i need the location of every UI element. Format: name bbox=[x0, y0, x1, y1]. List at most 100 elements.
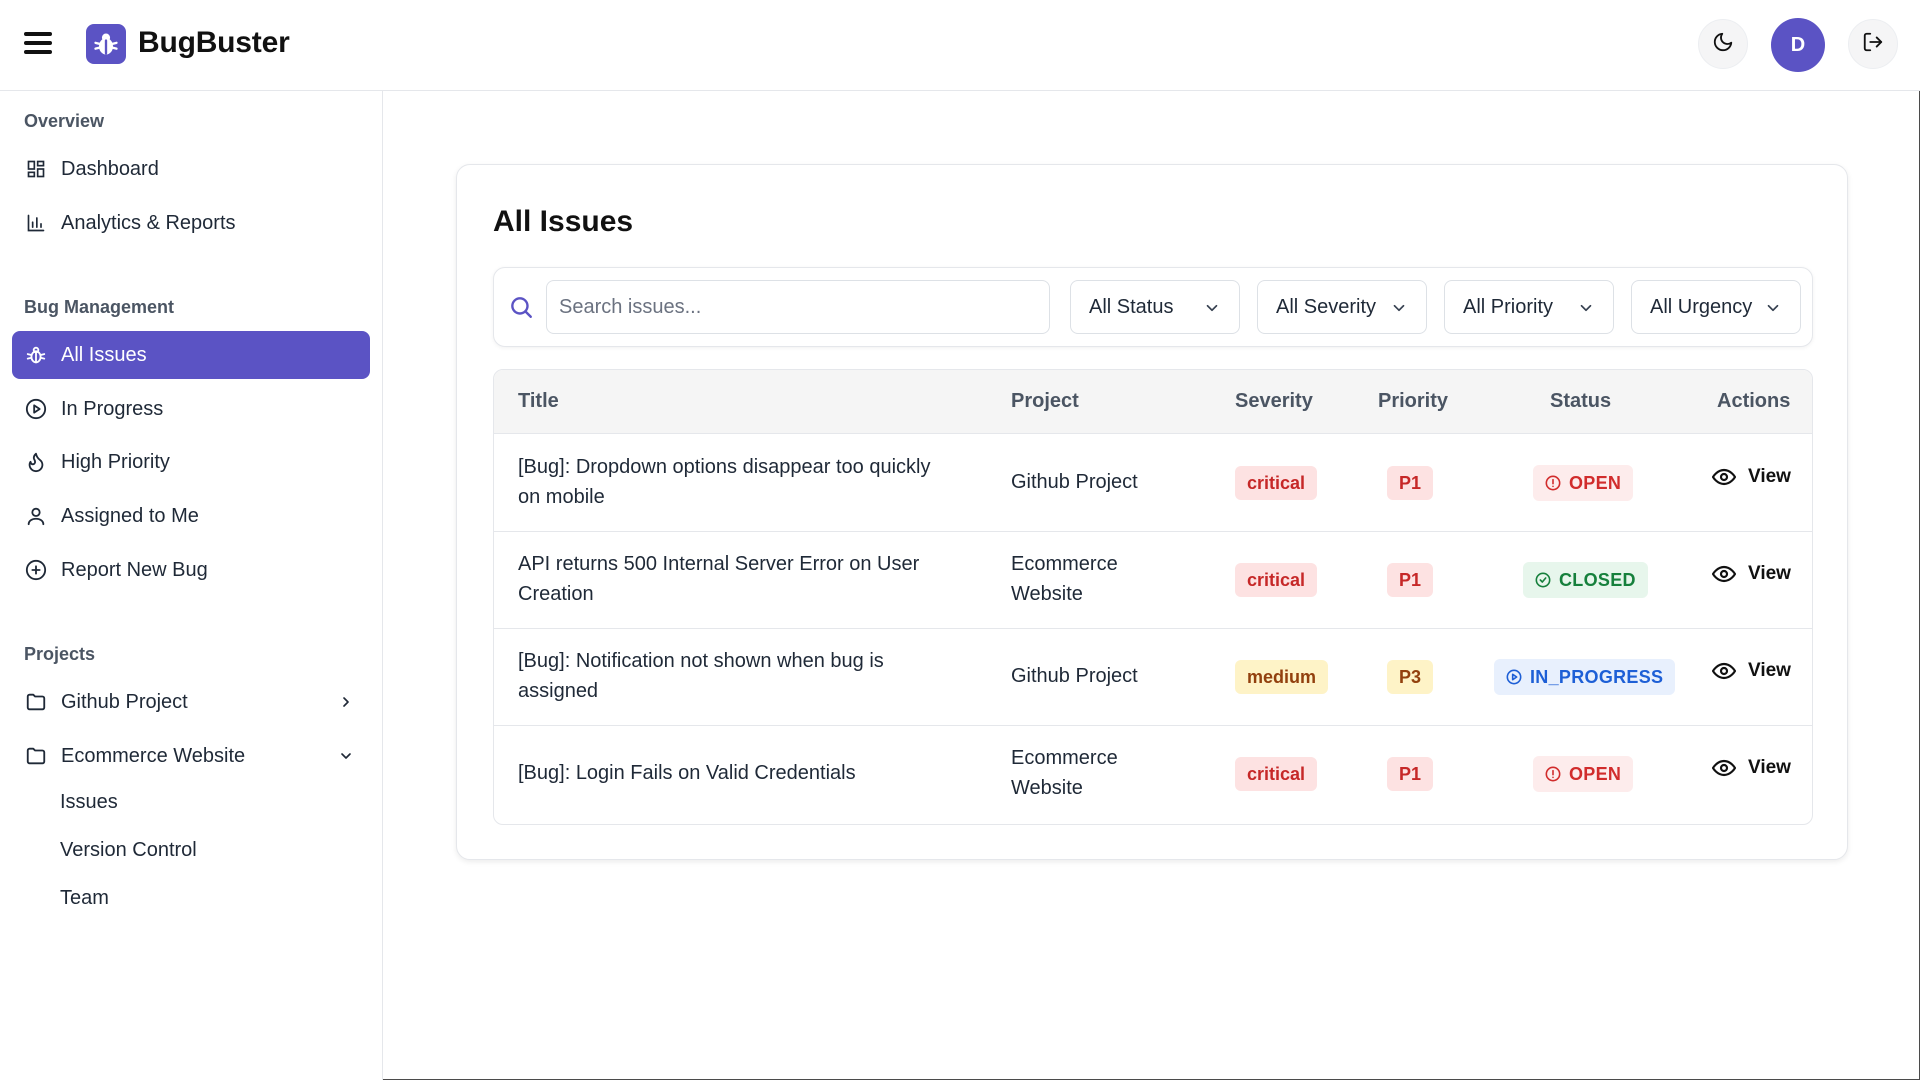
view-button[interactable]: View bbox=[1712, 465, 1791, 489]
sidebar-project-ecommerce[interactable]: Ecommerce Website bbox=[12, 732, 370, 780]
column-header-severity: Severity bbox=[1235, 390, 1313, 412]
sidebar-item-label: Analytics & Reports bbox=[61, 211, 236, 234]
priority-badge: P1 bbox=[1387, 466, 1434, 500]
menu-toggle-icon[interactable] bbox=[24, 32, 52, 58]
plus-circle-icon bbox=[25, 559, 47, 581]
column-header-priority: Priority bbox=[1378, 390, 1449, 412]
issues-table: Title Project Severity Priority Status A… bbox=[493, 369, 1813, 825]
status-text: OPEN bbox=[1569, 763, 1622, 784]
issue-title[interactable]: API returns 500 Internal Server Error on… bbox=[518, 549, 919, 609]
project-name-line: Ecommerce bbox=[1011, 553, 1118, 575]
eye-icon bbox=[1712, 562, 1736, 586]
sidebar-item-high-priority[interactable]: High Priority bbox=[12, 438, 370, 486]
sidebar-item-label: Ecommerce Website bbox=[61, 744, 246, 767]
select-value: All Status bbox=[1089, 295, 1174, 318]
project-subitem-team[interactable]: Team bbox=[60, 887, 109, 910]
issue-title-line: Creation bbox=[518, 583, 594, 605]
issue-title-line: [Bug]: Notification not shown when bug i… bbox=[518, 650, 884, 672]
severity-filter-select[interactable]: All Severity bbox=[1257, 280, 1427, 334]
issue-title-line: API returns 500 Internal Server Error on… bbox=[518, 553, 920, 575]
eye-icon bbox=[1712, 659, 1736, 683]
issue-project: Ecommerce Website bbox=[1011, 743, 1118, 803]
priority-badge: P3 bbox=[1387, 660, 1434, 694]
project-name-line: Website bbox=[1011, 583, 1083, 605]
issue-title-line: [Bug]: Dropdown options disappear too qu… bbox=[518, 456, 931, 478]
view-button[interactable]: View bbox=[1712, 659, 1791, 683]
issue-title[interactable]: [Bug]: Dropdown options disappear too qu… bbox=[518, 452, 930, 512]
alert-circle-icon bbox=[1545, 766, 1561, 782]
severity-badge: medium bbox=[1235, 660, 1329, 694]
sidebar-item-label: Report New Bug bbox=[61, 558, 208, 581]
sidebar-item-report-new-bug[interactable]: Report New Bug bbox=[12, 546, 370, 594]
priority-badge: P1 bbox=[1387, 757, 1434, 791]
eye-icon bbox=[1712, 465, 1736, 489]
play-circle-icon bbox=[25, 398, 47, 420]
table-row[interactable]: [Bug]: Login Fails on Valid Credentials … bbox=[494, 726, 1812, 823]
urgency-filter-select[interactable]: All Urgency bbox=[1631, 280, 1801, 334]
logout-button[interactable] bbox=[1848, 19, 1898, 69]
column-header-status: Status bbox=[1550, 390, 1612, 412]
issue-title-line: [Bug]: Login Fails on Valid Credentials bbox=[518, 762, 856, 784]
chevron-down-icon[interactable] bbox=[336, 746, 356, 766]
status-text: IN_PROGRESS bbox=[1530, 666, 1664, 687]
sidebar: Overview Dashboard Analytics & Reports B… bbox=[0, 91, 383, 1080]
issue-title-line: assigned bbox=[518, 680, 599, 702]
priority-filter-select[interactable]: All Priority bbox=[1444, 280, 1614, 334]
search-icon bbox=[508, 294, 536, 322]
sidebar-item-in-progress[interactable]: In Progress bbox=[12, 385, 370, 433]
moon-icon bbox=[1712, 31, 1734, 58]
column-header-actions: Actions bbox=[1717, 390, 1791, 412]
alert-circle-icon bbox=[1545, 475, 1561, 491]
chevron-down-icon bbox=[1764, 299, 1782, 317]
table-row[interactable]: [Bug]: Dropdown options disappear too qu… bbox=[494, 435, 1812, 532]
sidebar-item-all-issues[interactable]: All Issues bbox=[12, 331, 370, 379]
sidebar-item-label: Dashboard bbox=[61, 157, 159, 180]
section-label-projects: Projects bbox=[24, 644, 96, 664]
sidebar-project-github[interactable]: Github Project bbox=[12, 678, 370, 726]
bar-chart-icon bbox=[25, 212, 47, 234]
select-value: All Priority bbox=[1463, 295, 1554, 318]
sidebar-item-analytics[interactable]: Analytics & Reports bbox=[12, 199, 370, 247]
status-badge: IN_PROGRESS bbox=[1494, 659, 1676, 695]
table-row[interactable]: API returns 500 Internal Server Error on… bbox=[494, 532, 1812, 629]
view-button[interactable]: View bbox=[1712, 562, 1791, 586]
chevron-down-icon bbox=[1390, 299, 1408, 317]
top-header: BugBuster D bbox=[0, 0, 1920, 91]
view-button[interactable]: View bbox=[1712, 756, 1791, 780]
view-label: View bbox=[1748, 563, 1791, 584]
chevron-right-icon[interactable] bbox=[336, 692, 356, 712]
table-row[interactable]: [Bug]: Notification not shown when bug i… bbox=[494, 629, 1812, 726]
eye-icon bbox=[1712, 756, 1736, 780]
issue-title[interactable]: [Bug]: Notification not shown when bug i… bbox=[518, 646, 884, 706]
view-label: View bbox=[1748, 466, 1791, 487]
status-filter-select[interactable]: All Status bbox=[1070, 280, 1240, 334]
status-badge: OPEN bbox=[1533, 465, 1634, 501]
page-title: All Issues bbox=[493, 205, 634, 238]
filter-bar: All Status All Severity All Priority All… bbox=[493, 267, 1813, 347]
section-label-bug-management: Bug Management bbox=[24, 297, 175, 317]
sidebar-item-label: In Progress bbox=[61, 397, 164, 420]
dark-mode-toggle-button[interactable] bbox=[1698, 19, 1748, 69]
issue-project: Github Project bbox=[1011, 467, 1138, 497]
column-header-project: Project bbox=[1011, 390, 1079, 412]
sidebar-item-assigned-to-me[interactable]: Assigned to Me bbox=[12, 492, 370, 540]
status-badge: OPEN bbox=[1533, 756, 1634, 792]
table-header: Title Project Severity Priority Status A… bbox=[494, 370, 1812, 434]
app-name: BugBuster bbox=[138, 26, 290, 59]
search-input[interactable] bbox=[546, 280, 1050, 334]
sidebar-item-label: Github Project bbox=[61, 690, 188, 713]
issue-title[interactable]: [Bug]: Login Fails on Valid Credentials bbox=[518, 758, 856, 788]
project-subitem-issues[interactable]: Issues bbox=[60, 791, 118, 814]
project-subitem-version-control[interactable]: Version Control bbox=[60, 839, 197, 862]
project-name-line: Website bbox=[1011, 777, 1083, 799]
user-avatar[interactable]: D bbox=[1771, 18, 1825, 72]
sidebar-item-label: All Issues bbox=[61, 343, 147, 366]
select-value: All Urgency bbox=[1650, 295, 1753, 318]
sidebar-item-dashboard[interactable]: Dashboard bbox=[12, 145, 370, 193]
severity-badge: critical bbox=[1235, 757, 1318, 791]
chevron-down-icon bbox=[1577, 299, 1595, 317]
view-label: View bbox=[1748, 660, 1791, 681]
status-badge: CLOSED bbox=[1523, 562, 1648, 598]
section-label-overview: Overview bbox=[24, 111, 105, 131]
select-value: All Severity bbox=[1276, 295, 1377, 318]
